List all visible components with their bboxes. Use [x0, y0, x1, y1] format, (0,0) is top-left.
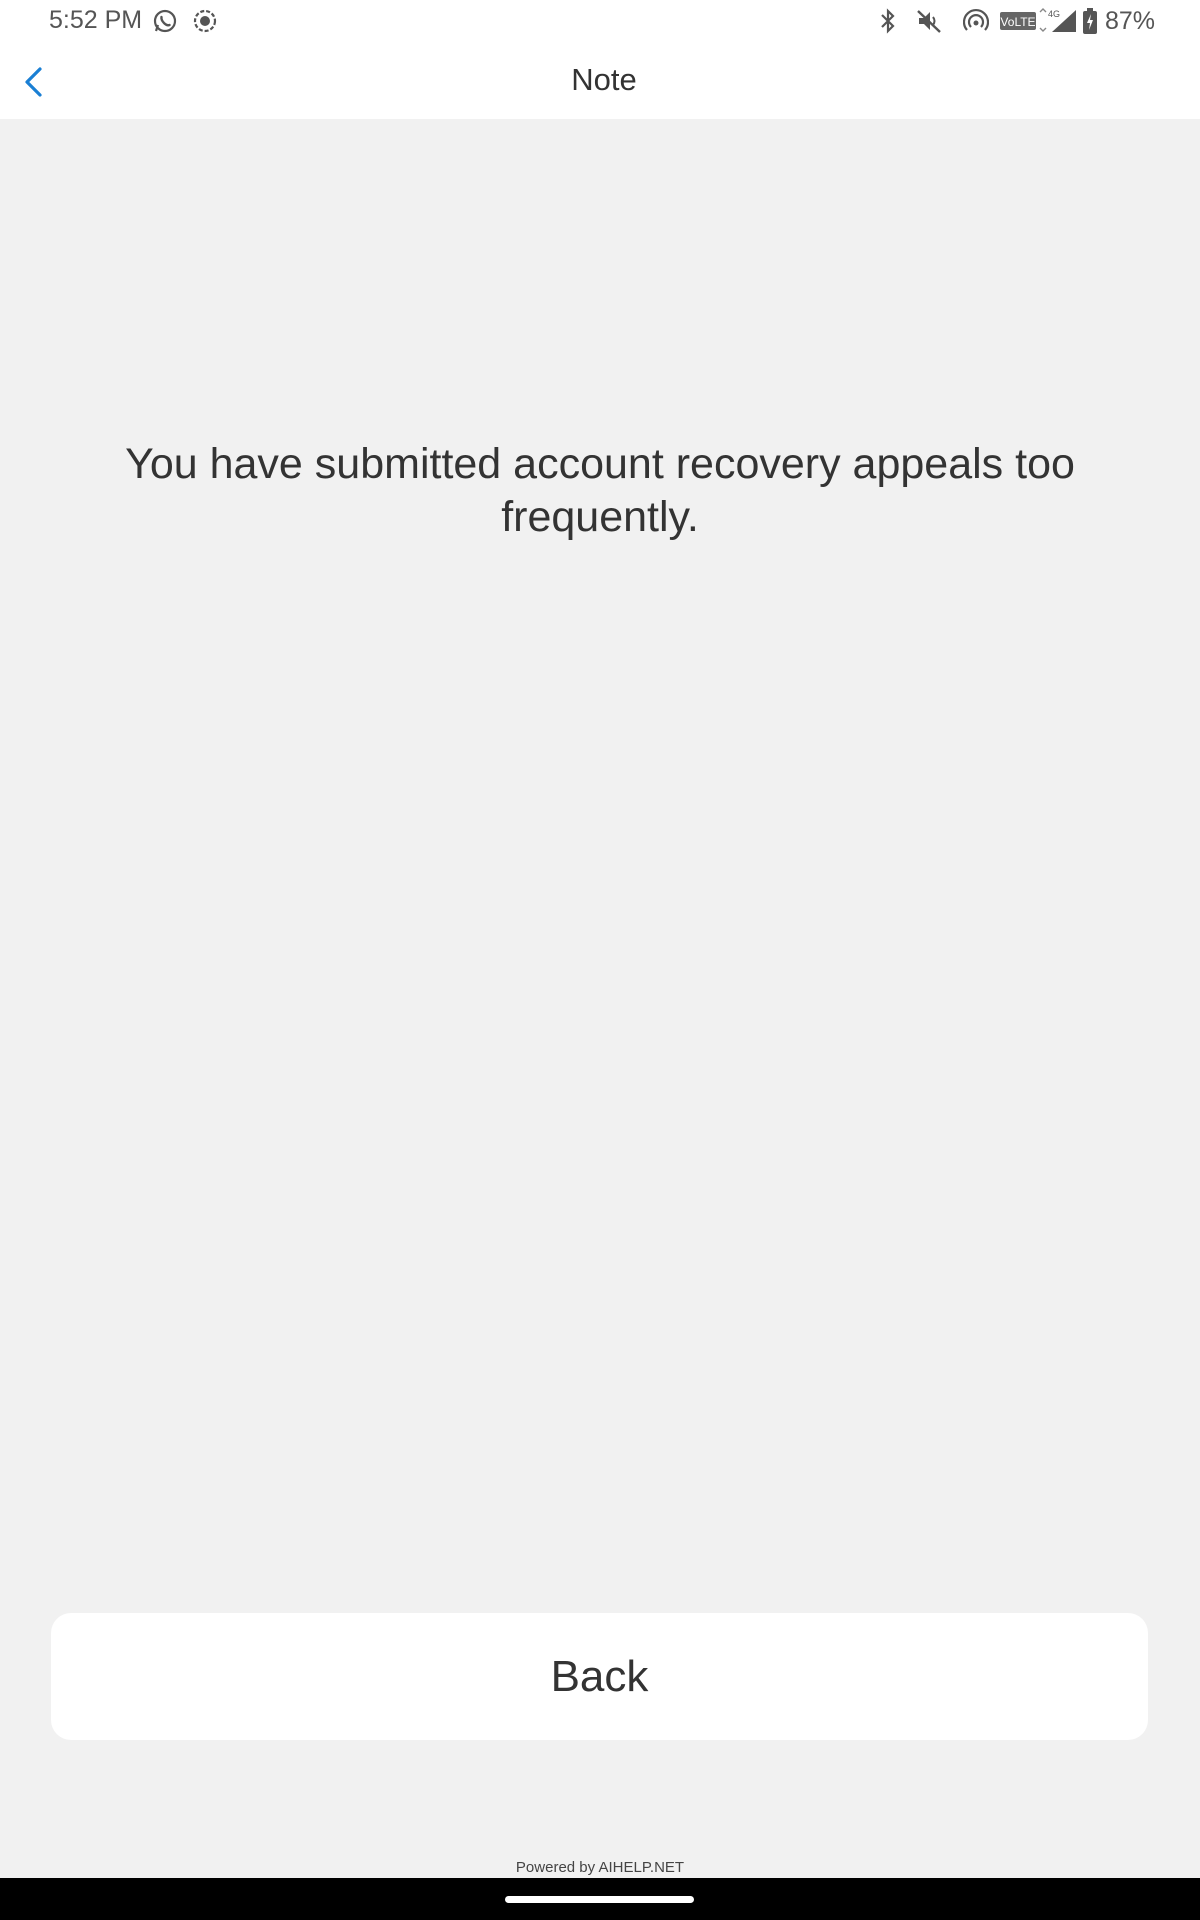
screen-record-icon	[190, 8, 220, 34]
hotspot-icon	[962, 8, 990, 34]
home-indicator[interactable]	[505, 1896, 694, 1903]
volte-icon: VoLTE	[1000, 8, 1036, 34]
whatsapp-icon	[150, 8, 180, 34]
mute-icon	[914, 8, 944, 34]
notice-message: You have submitted account recovery appe…	[125, 440, 1075, 541]
status-time: 5:52 PM	[49, 6, 143, 34]
powered-by-text: Powered by AIHELP.NET	[515, 1859, 685, 1876]
battery-percent: 87%	[1105, 7, 1156, 35]
app-bar: Note	[0, 44, 1200, 119]
bluetooth-icon	[874, 8, 902, 34]
page-title: Note	[571, 62, 637, 97]
battery-icon	[1080, 8, 1100, 34]
back-button-label: Back	[550, 1651, 649, 1701]
back-button[interactable]: Back	[51, 1613, 1148, 1740]
screen: 5:52 PM VoLTE 4G 87% Note You have submi…	[0, 0, 1200, 1920]
signal-4g-icon: 4G	[1038, 8, 1078, 34]
navigation-bar	[0, 1878, 1200, 1920]
status-bar: 5:52 PM VoLTE 4G 87%	[0, 0, 1200, 44]
volte-label: VoLTE	[1000, 15, 1035, 29]
network-label: 4G	[1048, 9, 1060, 19]
